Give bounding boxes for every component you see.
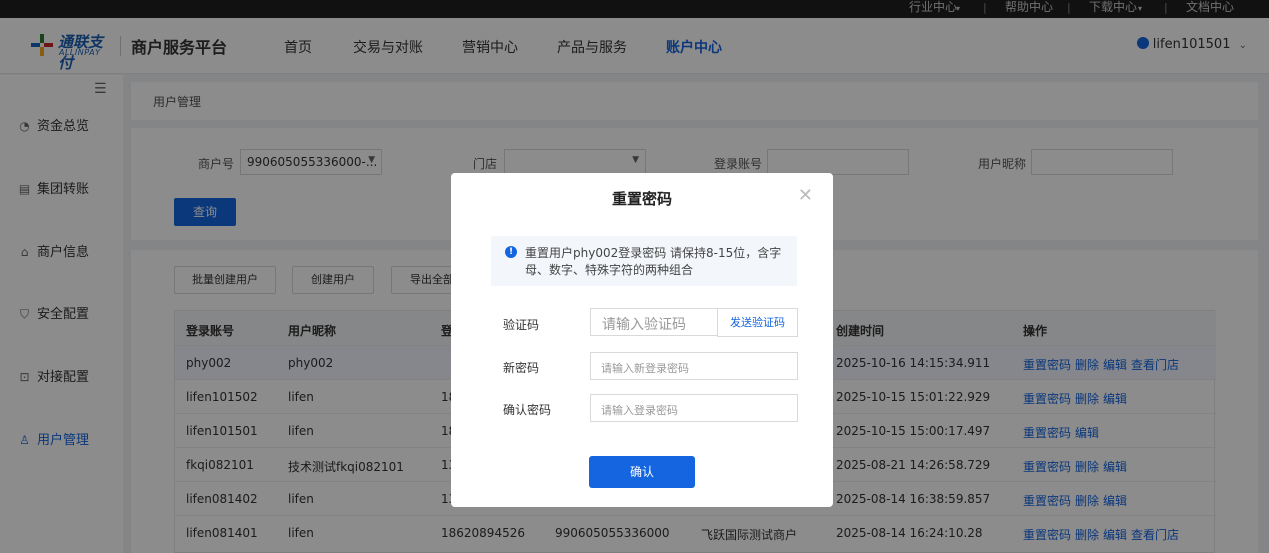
new-password-input[interactable]: 请输入新登录密码: [590, 352, 798, 380]
confirm-password-label: 确认密码: [503, 403, 552, 417]
new-password-label: 新密码: [503, 361, 540, 375]
notice-text: 重置用户phy002登录密码 请保持8-15位，含字母、数字、特殊字符的两种组合: [525, 246, 782, 277]
close-icon[interactable]: ✕: [798, 185, 813, 206]
reset-password-dialog: 重置密码 ✕ ! 重置用户phy002登录密码 请保持8-15位，含字母、数字、…: [451, 173, 833, 507]
code-input[interactable]: 请输入验证码: [590, 308, 718, 336]
confirm-password-input[interactable]: 请输入登录密码: [590, 394, 798, 422]
confirm-button[interactable]: 确认: [589, 456, 695, 488]
info-icon: !: [505, 246, 517, 258]
notice-box: ! 重置用户phy002登录密码 请保持8-15位，含字母、数字、特殊字符的两种…: [491, 236, 797, 286]
dialog-title: 重置密码: [611, 190, 672, 208]
code-label: 验证码: [503, 318, 540, 332]
send-code-button[interactable]: 发送验证码: [717, 308, 798, 337]
